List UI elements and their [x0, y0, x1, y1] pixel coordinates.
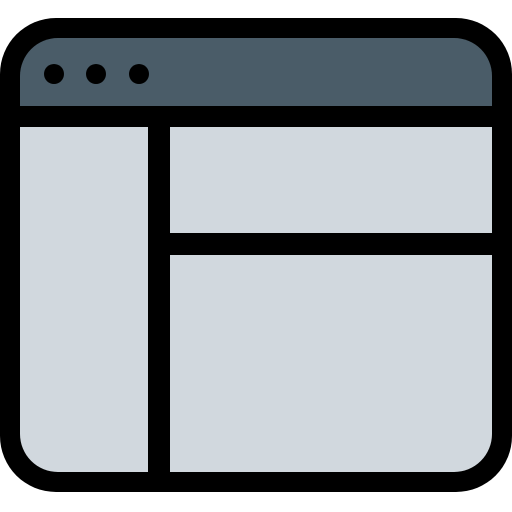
- window-control-dot-icon: [86, 64, 106, 84]
- canvas: [0, 0, 512, 512]
- browser-window-layout-icon: [0, 18, 512, 492]
- window-control-dot-icon: [44, 64, 64, 84]
- window-controls: [44, 64, 149, 84]
- sidebar-panel: [20, 127, 148, 472]
- header-panel: [170, 127, 492, 233]
- content-panel: [170, 255, 492, 472]
- window-control-dot-icon: [129, 64, 149, 84]
